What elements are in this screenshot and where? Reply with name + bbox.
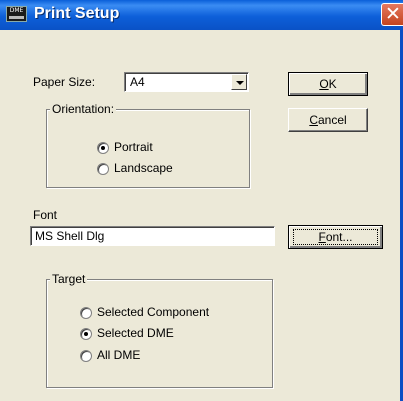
font-button[interactable]: Font...	[288, 225, 383, 249]
portrait-label[interactable]: Portrait	[114, 140, 153, 154]
paper-size-value: A4	[130, 75, 145, 89]
target-legend: Target	[50, 272, 88, 286]
app-icon: DME	[6, 6, 27, 22]
radio-button-landscape[interactable]	[97, 163, 109, 175]
orientation-legend: Orientation:	[50, 102, 117, 116]
close-button[interactable]: ✕	[381, 3, 403, 26]
app-icon-label: DME	[9, 7, 24, 14]
landscape-label[interactable]: Landscape	[114, 161, 173, 175]
title-bar[interactable]: DME Print Setup ✕	[0, 0, 403, 30]
radio-button-portrait[interactable]	[97, 142, 109, 154]
cancel-button[interactable]: Cancel	[288, 108, 368, 132]
font-field[interactable]	[30, 226, 275, 246]
radio-button-all-dme[interactable]	[80, 350, 92, 362]
cancel-button-label: Cancel	[309, 113, 347, 127]
window-title: Print Setup	[34, 5, 120, 22]
chevron-down-icon[interactable]	[231, 74, 247, 90]
selected-component-label[interactable]: Selected Component	[97, 305, 209, 319]
close-icon: ✕	[385, 3, 401, 25]
font-label: Font	[33, 208, 58, 222]
radio-button-selected-dme[interactable]	[80, 328, 92, 340]
font-input[interactable]	[33, 228, 275, 244]
radio-button-selected-component[interactable]	[80, 307, 92, 319]
selected-dme-label[interactable]: Selected DME	[97, 326, 174, 340]
ok-button[interactable]: OK	[288, 72, 368, 96]
all-dme-label[interactable]: All DME	[97, 348, 140, 362]
ok-button-label: OK	[319, 77, 337, 91]
paper-size-select[interactable]: A4	[124, 72, 249, 92]
dialog-body: Paper Size: A4 OK Cancel Orientation: Po…	[0, 30, 403, 401]
paper-size-label: Paper Size:	[33, 75, 96, 89]
font-button-label: Font...	[318, 230, 353, 244]
